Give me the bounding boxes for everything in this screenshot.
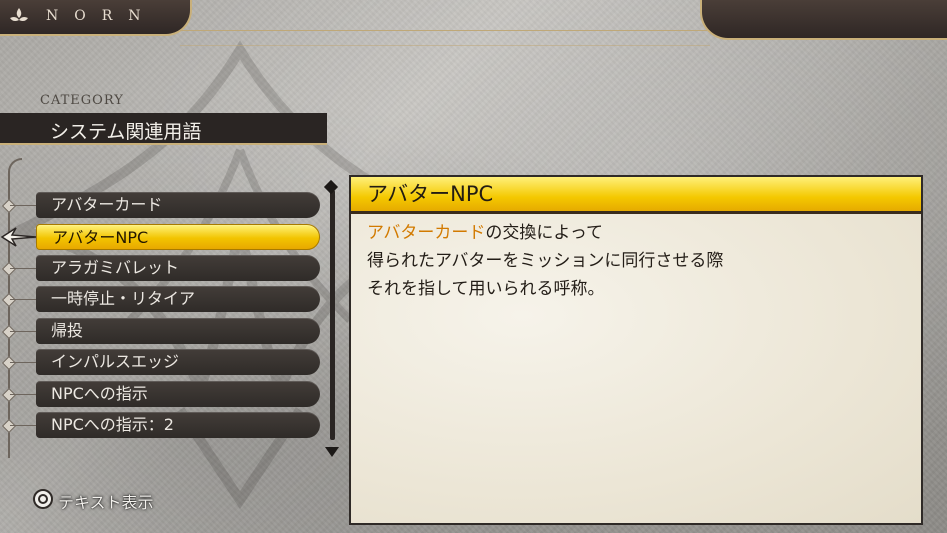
top-right-bar (700, 0, 947, 40)
tree-connector (10, 425, 36, 426)
description-line-3: それを指して用いられる呼称。 (367, 279, 605, 299)
list-item-avatar-npc[interactable]: アバターNPC (36, 224, 320, 250)
header-divider (180, 30, 710, 46)
category-header: システム関連用語 (0, 113, 327, 145)
circle-button-icon[interactable] (33, 489, 53, 509)
term-title: アバターNPC (351, 177, 921, 214)
description-line-1-rest: の交換によって (485, 223, 603, 243)
description-line-2: 得られたアバターをミッションに同行させる際 (367, 251, 724, 271)
list-item-aragami-bullet[interactable]: アラガミバレット (36, 255, 320, 281)
list-item-npc-orders[interactable]: NPCへの指示 (36, 381, 320, 407)
list-item-pause-retire[interactable]: 一時停止・リタイア (36, 286, 320, 312)
leaf-logo-icon (10, 8, 28, 22)
term-detail-panel: アバターNPC アバターカードの交換によって 得られたアバターをミッションに同行… (349, 175, 923, 525)
tree-connector (10, 394, 36, 395)
tree-connector (10, 299, 36, 300)
selection-cursor-icon (0, 227, 37, 247)
top-header-bar: NORN (0, 0, 192, 36)
term-link-highlight: アバターカード (367, 223, 486, 243)
scroll-down-arrow-icon[interactable] (325, 447, 339, 457)
list-item-impulse-edge[interactable]: インパルスエッジ (36, 349, 320, 375)
list-item-npc-orders-2[interactable]: NPCへの指示：2 (36, 412, 320, 438)
term-description: アバターカードの交換によって 得られたアバターをミッションに同行させる際 それを… (367, 219, 901, 303)
list-item-return[interactable]: 帰投 (36, 318, 320, 344)
text-display-hint[interactable]: テキスト表示 (58, 489, 154, 513)
brand-name: NORN (46, 8, 157, 24)
description-line-1: アバターカードの交換によって (367, 219, 901, 247)
list-item-avatar-card[interactable]: アバターカード (36, 192, 320, 218)
tree-connector (10, 362, 36, 363)
tree-connector (10, 331, 36, 332)
category-label: CATEGORY (40, 93, 124, 108)
list-scrollbar[interactable] (330, 190, 335, 440)
category-title: システム関連用語 (50, 121, 202, 143)
tree-connector (10, 205, 36, 206)
tree-connector (10, 268, 36, 269)
